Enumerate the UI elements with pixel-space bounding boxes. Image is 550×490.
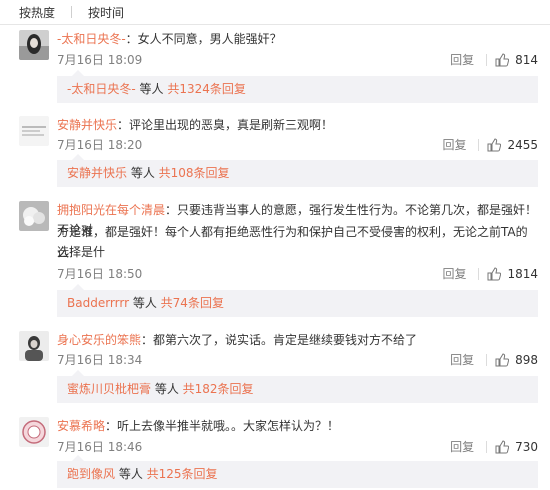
tab-hot[interactable]: 按热度 — [19, 4, 55, 21]
reply-count-link[interactable]: 共1324条回复 — [167, 82, 246, 96]
reply-caret — [72, 455, 84, 461]
reply-summary[interactable]: 跑到像风 等人 共125条回复 — [57, 455, 538, 488]
comment-text-line: 么! — [57, 246, 74, 260]
comment-text: ：女人不同意，男人能强奸？ — [125, 32, 282, 46]
comment-username[interactable]: 安慕希略 — [57, 419, 105, 433]
reply-mid-text: 等人 — [127, 166, 159, 180]
reply-count-link[interactable]: 共108条回复 — [159, 166, 230, 180]
thumbs-up-icon — [487, 266, 502, 280]
comment-actions: 回复 1814 — [442, 265, 538, 282]
reply-button[interactable]: 回复 — [442, 136, 466, 153]
like-count: 814 — [515, 52, 538, 67]
avatar[interactable] — [19, 116, 49, 146]
comment-actions: 回复 898 — [450, 351, 538, 368]
reply-mid-text: 等人 — [151, 382, 183, 396]
like-button[interactable]: 2455 — [487, 138, 538, 152]
action-divider — [478, 267, 480, 280]
reply-count-link[interactable]: 共74条回复 — [161, 296, 224, 310]
action-divider — [486, 53, 488, 66]
like-button[interactable]: 1814 — [487, 267, 538, 281]
reply-username[interactable]: -太和日央冬- — [67, 82, 136, 96]
reply-button[interactable]: 回复 — [450, 51, 474, 68]
reply-summary[interactable]: -太和日央冬- 等人 共1324条回复 — [57, 70, 538, 103]
action-divider — [478, 138, 480, 151]
comment-username[interactable]: 安静并快乐 — [57, 118, 117, 132]
reply-button[interactable]: 回复 — [450, 438, 474, 455]
comment-text: ：评论里出现的恶臭，真是刷新三观啊！ — [117, 118, 334, 132]
tab-time[interactable]: 按时间 — [88, 4, 124, 21]
reply-caret — [72, 284, 84, 290]
comment-actions: 回复 2455 — [442, 136, 538, 153]
comment-date: 7月16日 18:09 — [57, 53, 143, 67]
reply-caret — [72, 370, 84, 376]
thumbs-up-icon — [495, 352, 510, 366]
comment-username[interactable]: 拥抱阳光在每个清晨 — [57, 203, 165, 217]
avatar[interactable] — [19, 201, 49, 231]
comment-text: ：都第六次了，说实话。肯定是继续要钱对方不给了 — [141, 333, 418, 347]
like-button[interactable]: 730 — [495, 440, 538, 454]
like-button[interactable]: 814 — [495, 53, 538, 67]
comment-line: 安慕希略：听上去像半推半就哦。。大家怎样认为？！ — [57, 416, 538, 436]
reply-username[interactable]: 跑到像风 — [67, 467, 115, 481]
tab-divider — [71, 6, 73, 18]
avatar[interactable] — [19, 30, 49, 60]
comment-username[interactable]: 身心安乐的笨熊 — [57, 333, 141, 347]
comment-date: 7月16日 18:20 — [57, 138, 143, 152]
comment-text: ：听上去像半推半就哦。。大家怎样认为？！ — [105, 419, 340, 433]
comment-actions: 回复 730 — [450, 438, 538, 455]
reply-button[interactable]: 回复 — [442, 265, 466, 282]
like-button[interactable]: 898 — [495, 353, 538, 367]
reply-summary[interactable]: 安静并快乐 等人 共108条回复 — [57, 154, 538, 187]
reply-mid-text: 等人 — [129, 296, 161, 310]
reply-username[interactable]: Badderrrrr — [67, 296, 129, 310]
reply-summary[interactable]: Badderrrrr 等人 共74条回复 — [57, 284, 538, 317]
action-divider — [486, 353, 488, 366]
comment-date: 7月16日 18:46 — [57, 440, 143, 454]
comment-username[interactable]: -太和日央冬- — [57, 32, 126, 46]
like-count: 1814 — [507, 266, 538, 281]
thumbs-up-icon — [495, 52, 510, 66]
reply-caret — [72, 70, 84, 76]
reply-count-link[interactable]: 共182条回复 — [183, 382, 254, 396]
reply-mid-text: 等人 — [135, 82, 168, 96]
comment-date: 7月16日 18:34 — [57, 353, 143, 367]
comment-line: 身心安乐的笨熊：都第六次了，说实话。肯定是继续要钱对方不给了 — [57, 330, 538, 350]
reply-summary[interactable]: 蜜炼川贝枇杷膏 等人 共182条回复 — [57, 370, 538, 403]
like-count: 898 — [515, 352, 538, 367]
reply-mid-text: 等人 — [115, 467, 147, 481]
avatar[interactable] — [19, 417, 49, 447]
reply-button[interactable]: 回复 — [450, 351, 474, 368]
reply-caret — [72, 154, 84, 160]
reply-username[interactable]: 安静并快乐 — [67, 166, 127, 180]
reply-username[interactable]: 蜜炼川贝枇杷膏 — [67, 382, 151, 396]
thumbs-up-icon — [487, 137, 502, 151]
action-divider — [486, 440, 488, 453]
comment-line: -太和日央冬-：女人不同意，男人能强奸？ — [57, 29, 538, 49]
avatar[interactable] — [19, 331, 49, 361]
thumbs-up-icon — [495, 439, 510, 453]
like-count: 2455 — [507, 137, 538, 152]
reply-count-link[interactable]: 共125条回复 — [147, 467, 218, 481]
comment-actions: 回复 814 — [450, 51, 538, 68]
comment-line: 安静并快乐：评论里出现的恶臭，真是刷新三观啊！ — [57, 115, 538, 135]
comment-date: 7月16日 18:50 — [57, 267, 143, 281]
sort-tabs: 按热度 按时间 — [0, 0, 550, 25]
like-count: 730 — [515, 439, 538, 454]
